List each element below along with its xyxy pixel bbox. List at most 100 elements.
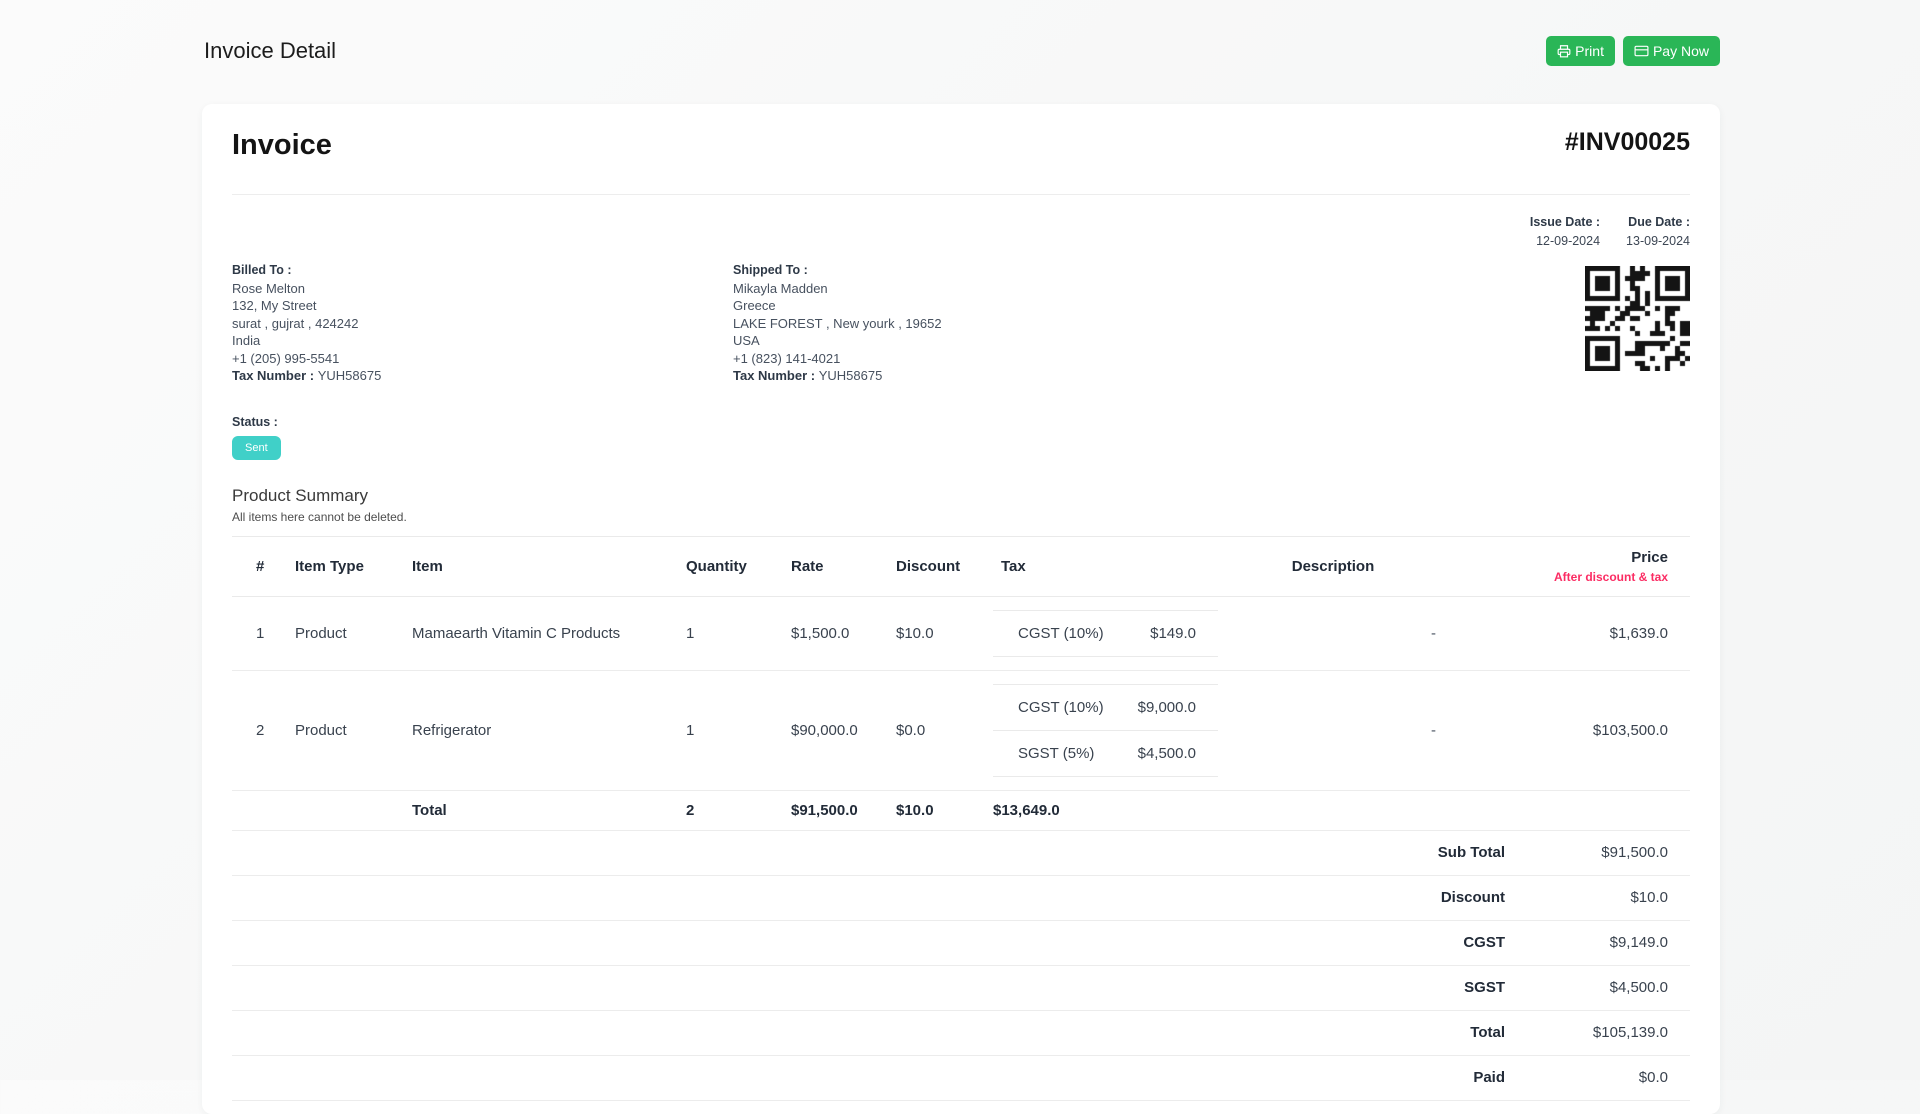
issue-date-label: Issue Date :	[1530, 215, 1600, 229]
tax-amount: $149.0	[1150, 625, 1196, 642]
col-header-index: #	[232, 536, 287, 596]
price-header-label: Price	[1456, 549, 1668, 566]
total-label: Total	[404, 790, 678, 830]
total-rate: $91,500.0	[783, 790, 888, 830]
due-date-label: Due Date :	[1626, 215, 1690, 229]
cell-rate: $1,500.0	[783, 596, 888, 670]
issue-date: Issue Date : 12-09-2024	[1530, 215, 1600, 248]
cell-price: $103,500.0	[1448, 670, 1690, 790]
summary-label: Total	[1470, 1024, 1505, 1041]
tax-subrow: SGST (5%) $4,500.0	[993, 731, 1218, 777]
summary-label: CGST	[1463, 934, 1505, 951]
col-header-tax: Tax	[993, 536, 1218, 596]
cell-index: 2	[232, 670, 287, 790]
tax-subrow: CGST (10%) $149.0	[993, 611, 1218, 657]
shipped-to-label: Shipped To :	[733, 262, 1234, 280]
toolbar: Print Pay Now	[1546, 36, 1720, 66]
status-label: Status :	[232, 415, 1690, 429]
credit-card-icon	[1634, 44, 1649, 58]
table-total-row: Total 2 $91,500.0 $10.0 $13,649.0	[232, 790, 1690, 830]
summary-value: $91,500.0	[1505, 844, 1690, 861]
billed-to-phone: +1 (205) 995-5541	[232, 350, 733, 368]
totals-section: Sub Total $91,500.0 Discount $10.0 CGST …	[232, 831, 1690, 1101]
billed-to-label: Billed To :	[232, 262, 733, 280]
col-header-item-type: Item Type	[287, 536, 404, 596]
tax-name: SGST (5%)	[1018, 745, 1094, 762]
shipped-to-country: USA	[733, 332, 1234, 350]
cell-empty	[1448, 790, 1690, 830]
summary-label: Paid	[1473, 1069, 1505, 1086]
summary-row-discount: Discount $10.0	[232, 876, 1690, 921]
invoice-number: #INV00025	[1565, 122, 1690, 162]
tax-amount: $4,500.0	[1138, 745, 1196, 762]
cell-price: $1,639.0	[1448, 596, 1690, 670]
total-tax: $13,649.0	[993, 790, 1218, 830]
due-date: Due Date : 13-09-2024	[1626, 215, 1690, 248]
cell-rate: $90,000.0	[783, 670, 888, 790]
cell-empty	[1218, 790, 1448, 830]
invoice-card: Invoice #INV00025 Issue Date : 12-09-202…	[202, 104, 1720, 1114]
col-header-price: Price After discount & tax	[1448, 536, 1690, 596]
billed-to-tax-number: YUH58675	[318, 368, 382, 383]
cell-quantity: 1	[678, 596, 783, 670]
shipped-to-tax: Tax Number : YUH58675	[733, 367, 1234, 385]
shipped-to-phone: +1 (823) 141-4021	[733, 350, 1234, 368]
cell-item: Refrigerator	[404, 670, 678, 790]
invoice-card-header: Invoice #INV00025	[232, 122, 1690, 168]
qr-code-canvas	[1585, 266, 1690, 371]
summary-row-total: Total $105,139.0	[232, 1011, 1690, 1056]
tax-subrow: CGST (10%) $9,000.0	[993, 685, 1218, 731]
tax-name: CGST (10%)	[1018, 699, 1104, 716]
cell-empty	[232, 790, 287, 830]
price-subnote: After discount & tax	[1456, 570, 1668, 584]
invoice-dates: Issue Date : 12-09-2024 Due Date : 13-09…	[232, 215, 1690, 248]
shipped-to-tax-number: YUH58675	[819, 368, 883, 383]
shipped-to-address-line1: Greece	[733, 297, 1234, 315]
product-summary-title: Product Summary	[232, 486, 1690, 506]
shipped-to-name: Mikayla Madden	[733, 280, 1234, 298]
cell-empty	[287, 790, 404, 830]
qr-code	[1585, 266, 1690, 385]
pay-now-button-label: Pay Now	[1653, 43, 1709, 59]
top-bar: Invoice Detail Print Pay Now	[204, 36, 1720, 66]
status-section: Status : Sent	[232, 415, 1690, 460]
summary-value: $4,500.0	[1505, 979, 1690, 996]
due-date-value: 13-09-2024	[1626, 234, 1690, 248]
total-discount: $10.0	[888, 790, 993, 830]
cell-item-type: Product	[287, 596, 404, 670]
summary-row-cgst: CGST $9,149.0	[232, 921, 1690, 966]
summary-label: Sub Total	[1438, 844, 1505, 861]
shipped-to-section: Shipped To : Mikayla Madden Greece LAKE …	[733, 262, 1234, 385]
cell-discount: $0.0	[888, 670, 993, 790]
cell-quantity: 1	[678, 670, 783, 790]
cell-item-type: Product	[287, 670, 404, 790]
product-summary-subtitle: All items here cannot be deleted.	[232, 510, 1690, 524]
total-quantity: 2	[678, 790, 783, 830]
tax-subtable: CGST (10%) $149.0	[993, 610, 1218, 657]
col-header-rate: Rate	[783, 536, 888, 596]
issue-date-value: 12-09-2024	[1530, 234, 1600, 248]
col-header-discount: Discount	[888, 536, 993, 596]
print-button[interactable]: Print	[1546, 36, 1615, 66]
summary-row-subtotal: Sub Total $91,500.0	[232, 831, 1690, 876]
summary-value: $105,139.0	[1505, 1024, 1690, 1041]
pay-now-button[interactable]: Pay Now	[1623, 36, 1720, 66]
product-row-2: 2 Product Refrigerator 1 $90,000.0 $0.0 …	[232, 670, 1690, 790]
cell-item: Mamaearth Vitamin C Products	[404, 596, 678, 670]
tax-name: CGST (10%)	[1018, 625, 1104, 642]
cell-description: -	[1218, 596, 1448, 670]
product-row-1: 1 Product Mamaearth Vitamin C Products 1…	[232, 596, 1690, 670]
product-table: # Item Type Item Quantity Rate Discount …	[232, 536, 1690, 831]
billed-to-address-line2: surat , gujrat , 424242	[232, 315, 733, 333]
cell-index: 1	[232, 596, 287, 670]
cell-tax: CGST (10%) $9,000.0 SGST (5%) $4,500.0	[993, 670, 1218, 790]
tax-amount: $9,000.0	[1138, 699, 1196, 716]
cell-discount: $10.0	[888, 596, 993, 670]
invoice-heading: Invoice	[232, 122, 332, 168]
summary-value: $9,149.0	[1505, 934, 1690, 951]
col-header-item: Item	[404, 536, 678, 596]
billed-to-country: India	[232, 332, 733, 350]
summary-label: SGST	[1464, 979, 1505, 996]
shipped-to-tax-label: Tax Number :	[733, 368, 819, 383]
col-header-description: Description	[1218, 536, 1448, 596]
